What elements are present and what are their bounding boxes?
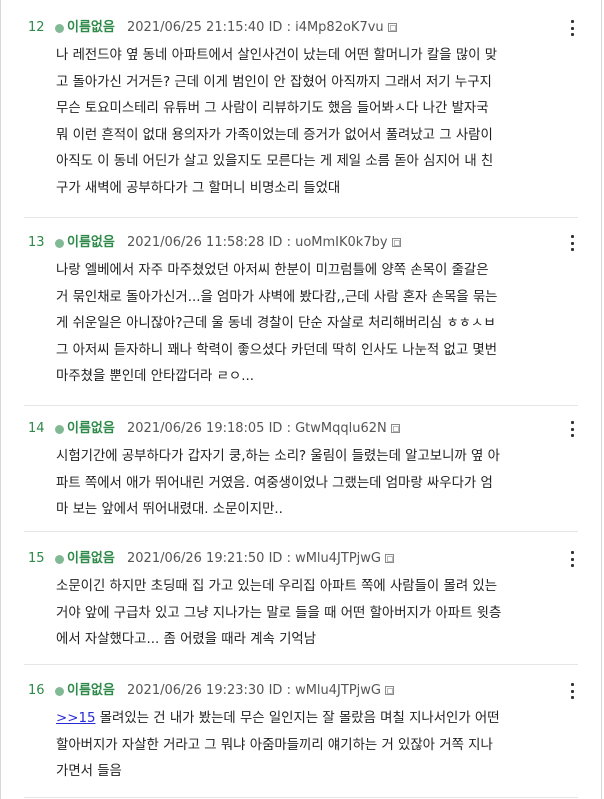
post-date: 2021/06/26 19:18:05 [127,421,265,436]
post-meta: 2021/06/26 19:21:50 ID : wMlu4JTPjwG [127,549,394,569]
more-options-icon[interactable] [565,20,579,36]
post-id[interactable]: ID : wMlu4JTPjwG [269,551,381,566]
post: 15 이름없음 2021/06/26 19:21:50 ID : wMlu4JT… [24,549,578,665]
post-line: 구가 새벽에 공부하다가 그 할머니 비명소리 들었대 [56,180,341,196]
post-meta: 2021/06/25 21:15:40 ID : i4Mp82oK7vu [127,18,397,38]
post-header: 13 이름없음 2021/06/26 11:58:28 ID : uoMmIK0… [24,233,578,253]
more-options-icon[interactable] [565,683,579,699]
post-number[interactable]: 12 [28,18,45,38]
post-body: 시험기간에 공부하다가 갑자기 쿵,하는 소리? 울림이 들렸는데 알고보니까 … [56,444,578,524]
reply-anchor-link[interactable]: >>15 [56,711,95,726]
post-author: 이름없음 [67,683,115,698]
post-number[interactable]: 14 [28,419,45,439]
post-line: 그 아저씨 듣자하니 꽤나 학력이 좋으셨다 카던데 딱히 인사도 나눈적 없고… [56,342,498,358]
copy-icon[interactable] [385,554,394,563]
post-line: 나 레전드야 옆 동네 아파트에서 살인사건이 났는데 어떤 할머니가 칼을 많… [56,48,498,63]
post-meta: 2021/06/26 19:18:05 ID : GtwMqqlu62N [127,419,400,439]
post-id[interactable]: ID : wMlu4JTPjwG [269,683,381,698]
more-options-icon[interactable] [565,551,579,567]
copy-icon[interactable] [385,686,394,695]
name-dot-icon [55,24,64,33]
post-line: 할아버지가 자살한 거라고 그 뭐냐 아줌마들끼리 얘기하는 거 있잖아 거쪽 … [56,737,493,753]
post-line: 에서 자살했다고... 좀 어렸을 때라 계속 기억남 [56,632,317,648]
post-line: 소문이긴 하지만 초딩때 집 가고 있는데 우리집 아파트 쪽에 사람들이 몰려… [56,579,498,594]
post-id[interactable]: ID : uoMmIK0k7by [269,235,388,250]
copy-icon[interactable] [390,424,400,433]
post: 16 이름없음 2021/06/26 19:23:30 ID : wMlu4JT… [24,681,578,798]
post-id[interactable]: ID : i4Mp82oK7vu [269,20,384,35]
post-number[interactable]: 16 [28,681,45,701]
post-header: 14 이름없음 2021/06/26 19:18:05 ID : GtwMqql… [24,419,578,439]
post-date: 2021/06/25 21:15:40 [127,20,265,35]
post-body: >>15 몰려있는 건 내가 봤는데 무슨 일인지는 잘 몰랐음 며칠 지나서인… [56,706,578,786]
post-number[interactable]: 13 [28,233,45,253]
post: 12 이름없음 2021/06/25 21:15:40 ID : i4Mp82o… [24,18,578,218]
copy-icon[interactable] [391,238,401,247]
post-author: 이름없음 [67,421,115,436]
post-id[interactable]: ID : GtwMqqlu62N [269,421,387,436]
post-line: 시험기간에 공부하다가 갑자기 쿵,하는 소리? 울림이 들렸는데 알고보니까 … [56,449,500,464]
post-line: 게 쉬운일은 아니잖아?근데 울 동네 경찰이 단순 자살로 처리해버리심 ㅎㅎ… [56,316,496,332]
more-options-icon[interactable] [565,421,579,437]
thread-view: 12 이름없음 2021/06/25 21:15:40 ID : i4Mp82o… [0,0,602,799]
post-header: 16 이름없음 2021/06/26 19:23:30 ID : wMlu4JT… [24,681,578,701]
post-line: 고 돌아가신 거거든? 근데 이게 범인이 안 잡혔어 아직까지 그래서 저기 … [56,74,492,90]
name-dot-icon [55,239,64,248]
post-line: 거야 앞에 구급차 있고 그냥 지나가는 말로 들을 때 어떤 할아버지가 아파… [56,605,502,621]
name-dot-icon [55,425,64,434]
post-line: 마주쳤을 뿐인데 안타깝더라 ㄹㅇ... [56,369,255,385]
post: 14 이름없음 2021/06/26 19:18:05 ID : GtwMqql… [24,419,578,532]
post-author: 이름없음 [67,235,115,250]
post-line: 무슨 토요미스테리 유튜버 그 사람이 리뷰하기도 했음 들어봐ㅅ다 나간 발자… [56,101,489,117]
post-author: 이름없음 [67,551,115,566]
post-body: 소문이긴 하지만 초딩때 집 가고 있는데 우리집 아파트 쪽에 사람들이 몰려… [56,574,578,654]
post-date: 2021/06/26 19:21:50 [127,551,265,566]
post-line: 나랑 엘베에서 자주 마주쳤었던 아저씨 한분이 미끄럼틀에 양쪽 손목이 줄갈… [56,263,489,278]
post-body: 나 레전드야 옆 동네 아파트에서 살인사건이 났는데 어떤 할머니가 칼을 많… [56,43,578,203]
more-options-icon[interactable] [565,235,579,251]
post: 13 이름없음 2021/06/26 11:58:28 ID : uoMmIK0… [24,233,578,406]
post-line: 거 묶인채로 돌아가신거...을 엄마가 샤벽에 봤다캄,,근데 사람 혼자 손… [56,289,498,305]
post-body: 나랑 엘베에서 자주 마주쳤었던 아저씨 한분이 미끄럼틀에 양쪽 손목이 줄갈… [56,258,578,391]
post-header: 15 이름없음 2021/06/26 19:21:50 ID : wMlu4JT… [24,549,578,569]
post-number[interactable]: 15 [28,549,45,569]
post-author: 이름없음 [67,20,115,35]
post-line: 파트 쪽에서 애가 뛰어내린 거였음. 여중생이었나 그랬는데 엄마랑 싸우다가… [56,475,493,491]
post-meta: 2021/06/26 11:58:28 ID : uoMmIK0k7by [127,233,401,253]
post-line: 아직도 이 동네 어딘가 살고 있을지도 모른다는 게 제일 소름 돋아 심지어… [56,154,494,170]
post-date: 2021/06/26 19:23:30 [127,683,265,698]
post-line: >>15 몰려있는 건 내가 봤는데 무슨 일인지는 잘 몰랐음 며칠 지나서인… [56,706,572,733]
copy-icon[interactable] [387,23,397,32]
post-header: 12 이름없음 2021/06/25 21:15:40 ID : i4Mp82o… [24,18,578,38]
post-line-text: 몰려있는 건 내가 봤는데 무슨 일인지는 잘 몰랐음 며칠 지나서인가 어떤 [95,711,500,726]
post-line: 마 보는 앞에서 뛰어내렸대. 소문이지만.. [56,502,283,518]
post-line: 가면서 들음 [56,764,122,780]
name-dot-icon [55,555,64,564]
post-line: 뭐 이런 흔적이 없대 용의자가 가족이었는데 증거가 없어서 풀려났고 그 사… [56,127,493,143]
post-meta: 2021/06/26 19:23:30 ID : wMlu4JTPjwG [127,681,394,701]
post-date: 2021/06/26 11:58:28 [127,235,265,250]
name-dot-icon [55,687,64,696]
